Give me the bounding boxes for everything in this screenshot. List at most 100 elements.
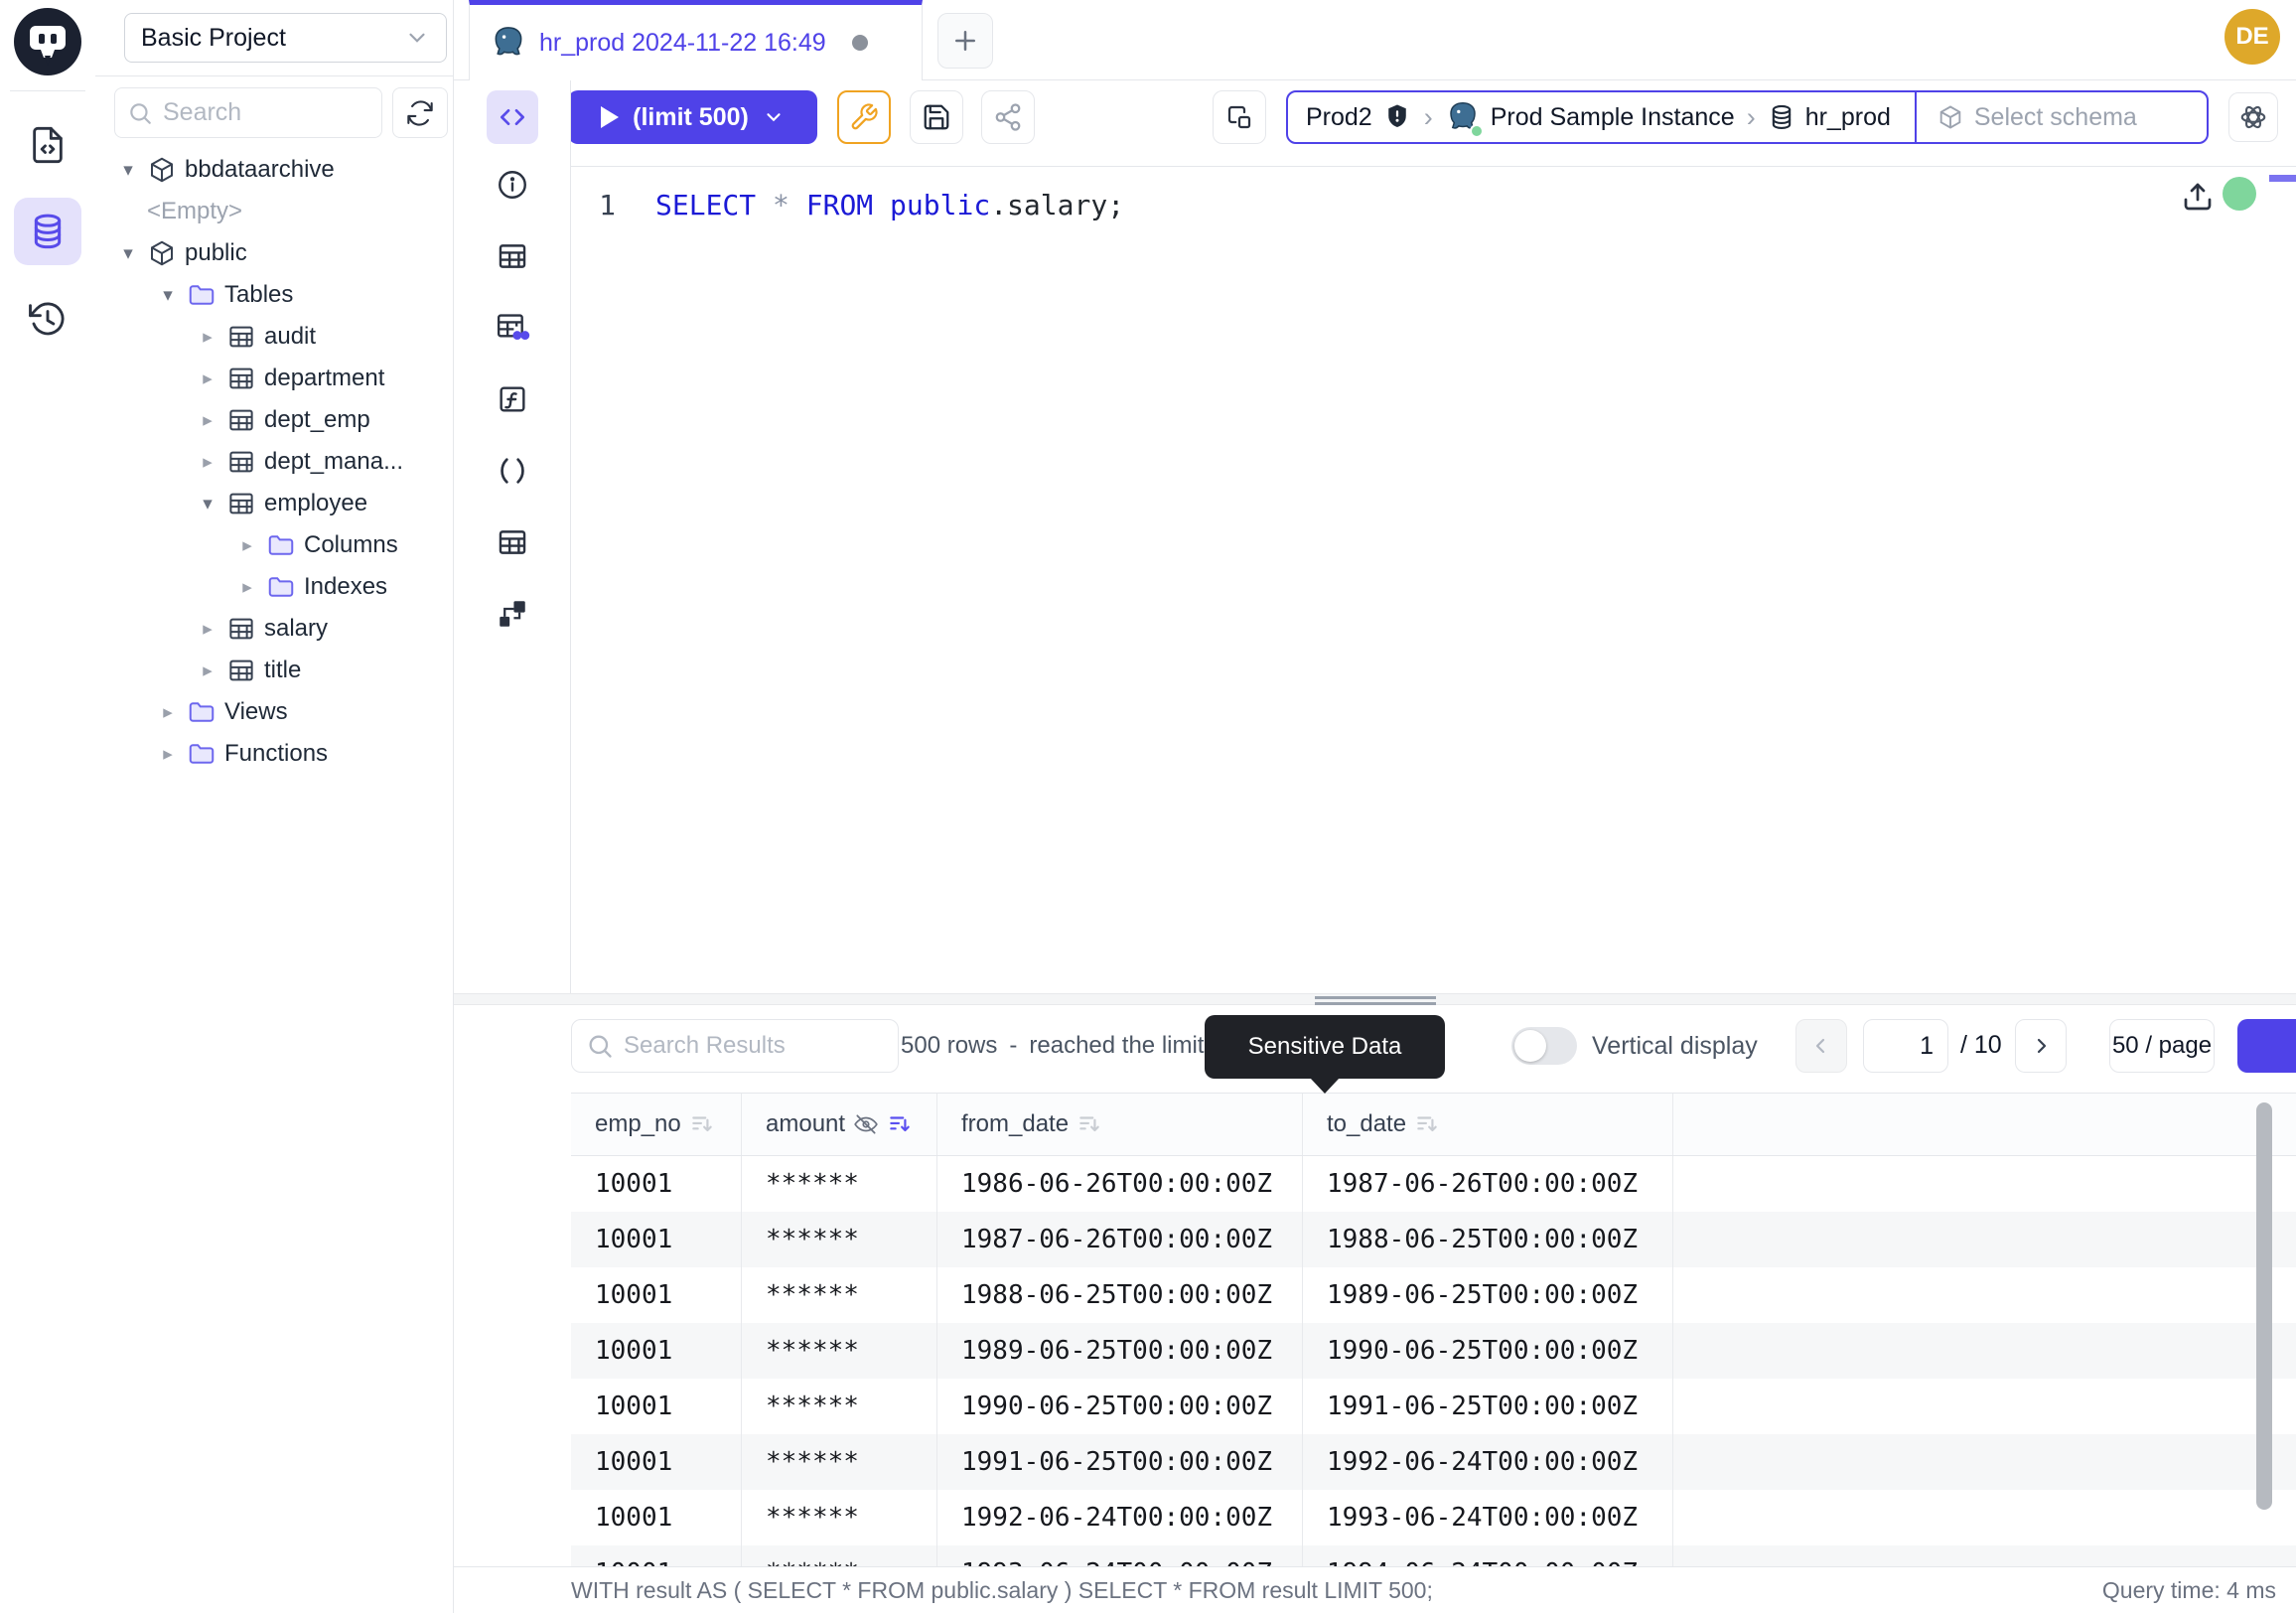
table-icon (226, 405, 256, 435)
column-header-amount[interactable]: amount (742, 1094, 937, 1155)
tree-item-indexes[interactable]: ▸ Indexes (95, 566, 453, 608)
masked-table-icon[interactable] (494, 309, 531, 347)
select-schema[interactable]: Select schema (1974, 103, 2137, 132)
project-selector[interactable]: Basic Project (124, 13, 447, 63)
column-header-emp_no[interactable]: emp_no (571, 1094, 742, 1155)
tree-right-arrow-icon[interactable]: ▸ (197, 451, 218, 474)
tree-item-views[interactable]: ▸Views (95, 691, 453, 733)
tree-item-functions[interactable]: ▸ Functions (95, 733, 453, 775)
ai-assistant-button[interactable] (2228, 92, 2278, 142)
tree-down-arrow-icon[interactable]: ▾ (117, 242, 139, 265)
tree-right-arrow-icon[interactable]: ▸ (197, 326, 218, 349)
resize-handle[interactable] (1315, 996, 1436, 1005)
sql-editor[interactable]: 1 SELECT * FROM public.salary; (454, 167, 2296, 993)
tree-down-arrow-icon[interactable]: ▾ (117, 159, 139, 182)
sort-icon[interactable] (689, 1111, 715, 1137)
info-icon[interactable] (494, 166, 531, 204)
sidebar-search[interactable] (114, 87, 382, 138)
results-search-input[interactable] (624, 1032, 872, 1060)
tree-item-columns[interactable]: ▸Columns (95, 524, 453, 566)
table-panel-icon[interactable] (494, 237, 531, 275)
connection-breadcrumb[interactable]: Prod2 › Prod Sample Instance › hr_prod S… (1286, 90, 2209, 144)
tree-item-bbdataarchive[interactable]: ▾bbdataarchive (95, 149, 453, 191)
schema-search-input[interactable] (163, 98, 352, 127)
next-page-button[interactable] (2015, 1019, 2067, 1073)
tree-item-tables[interactable]: ▾ Tables (95, 274, 453, 316)
tree-item-employee[interactable]: ▾employee (95, 483, 453, 524)
tree-item-label: Indexes (304, 573, 387, 601)
line-number: 1 (571, 183, 655, 228)
tree-item-salary[interactable]: ▸ salary (95, 608, 453, 650)
share-button[interactable] (981, 90, 1035, 144)
tree-right-arrow-icon[interactable]: ▸ (157, 701, 179, 724)
new-tab-button[interactable] (937, 13, 993, 69)
avatar[interactable]: DE (2224, 9, 2280, 65)
table-cell (1673, 1545, 2296, 1566)
tree-down-arrow-icon[interactable]: ▾ (157, 284, 179, 307)
table-cell: 1989-06-25T00:00:00Z (1303, 1267, 1673, 1323)
tree-item-title[interactable]: ▸title (95, 650, 453, 691)
save-icon (922, 102, 951, 132)
tree-item-label: Tables (224, 281, 293, 309)
table-icon (226, 656, 256, 685)
result-table-icon[interactable] (494, 523, 531, 561)
main-area: hr_prod 2024-11-22 16:49 DE (limit 500) … (454, 0, 2296, 1613)
prev-page-button[interactable] (1795, 1019, 1847, 1073)
tree-right-arrow-icon[interactable]: ▸ (236, 534, 258, 557)
page-size-select[interactable]: 50 / page (2109, 1019, 2215, 1073)
table-cell: 1993-06-24T00:00:00Z (937, 1545, 1303, 1566)
results-search[interactable] (571, 1019, 899, 1073)
history-icon[interactable] (14, 285, 81, 353)
function-icon[interactable] (494, 380, 531, 418)
tree-item-dept-mana-[interactable]: ▸dept_mana... (95, 441, 453, 483)
worksheet-icon[interactable] (14, 111, 81, 179)
tree-right-arrow-icon[interactable]: ▸ (197, 409, 218, 432)
tree-item-dept-emp[interactable]: ▸dept_emp (95, 399, 453, 441)
admin-wrench-button[interactable] (837, 90, 891, 144)
run-label: (limit 500) (633, 103, 749, 132)
results-table: emp_noamountfrom_dateto_date 10001******… (571, 1093, 2296, 1566)
eye-off-icon[interactable] (853, 1111, 879, 1137)
schema-icon (147, 238, 177, 268)
schema-diagram-icon[interactable] (494, 595, 531, 633)
table-cell (1673, 1212, 2296, 1267)
parentheses-icon[interactable] (494, 452, 531, 490)
tree-item-department[interactable]: ▸department (95, 358, 453, 399)
column-header-to_date[interactable]: to_date (1303, 1094, 1673, 1155)
run-query-button[interactable]: (limit 500) (568, 90, 817, 144)
tree-right-arrow-icon[interactable]: ▸ (197, 367, 218, 390)
upload-icon[interactable] (2180, 179, 2216, 215)
table-cell: ****** (742, 1212, 937, 1267)
chevron-down-icon (404, 25, 430, 51)
tab-hr-prod[interactable]: hr_prod 2024-11-22 16:49 (469, 0, 923, 80)
export-button[interactable] (2237, 1019, 2296, 1073)
column-header-from_date[interactable]: from_date (937, 1094, 1303, 1155)
sort-icon[interactable] (1414, 1111, 1440, 1137)
tree-right-arrow-icon[interactable]: ▸ (236, 576, 258, 599)
sort-icon[interactable] (1076, 1111, 1102, 1137)
tree-down-arrow-icon[interactable]: ▾ (197, 493, 218, 515)
page-number-input[interactable] (1863, 1019, 1948, 1073)
code-panel-toggle[interactable] (487, 90, 538, 144)
vertical-display-toggle[interactable] (1511, 1027, 1577, 1065)
results-scrollbar[interactable] (2256, 1102, 2272, 1510)
tree-item-public[interactable]: ▾public (95, 232, 453, 274)
table-cell: ****** (742, 1434, 937, 1490)
batch-query-button[interactable] (1213, 90, 1266, 144)
panel-resize-divider[interactable] (454, 993, 2296, 1005)
instance-online-dot (1470, 124, 1484, 138)
save-button[interactable] (910, 90, 963, 144)
refresh-button[interactable] (392, 87, 448, 138)
tree-right-arrow-icon[interactable]: ▸ (197, 660, 218, 682)
folder-icon (266, 530, 296, 560)
tree-right-arrow-icon[interactable]: ▸ (157, 743, 179, 766)
database-icon[interactable] (14, 198, 81, 265)
tree-item--empty-[interactable]: <Empty> (95, 191, 453, 232)
tree-right-arrow-icon[interactable]: ▸ (197, 618, 218, 641)
run-options-chevron-icon[interactable] (763, 106, 785, 128)
sort-icon[interactable] (887, 1111, 913, 1137)
tree-item-label: Functions (224, 740, 328, 768)
tree-item-audit[interactable]: ▸audit (95, 316, 453, 358)
tree-item-label: salary (264, 615, 328, 643)
editor-toolbar: (limit 500) Prod2 › Prod Sample Instance… (454, 80, 2296, 167)
